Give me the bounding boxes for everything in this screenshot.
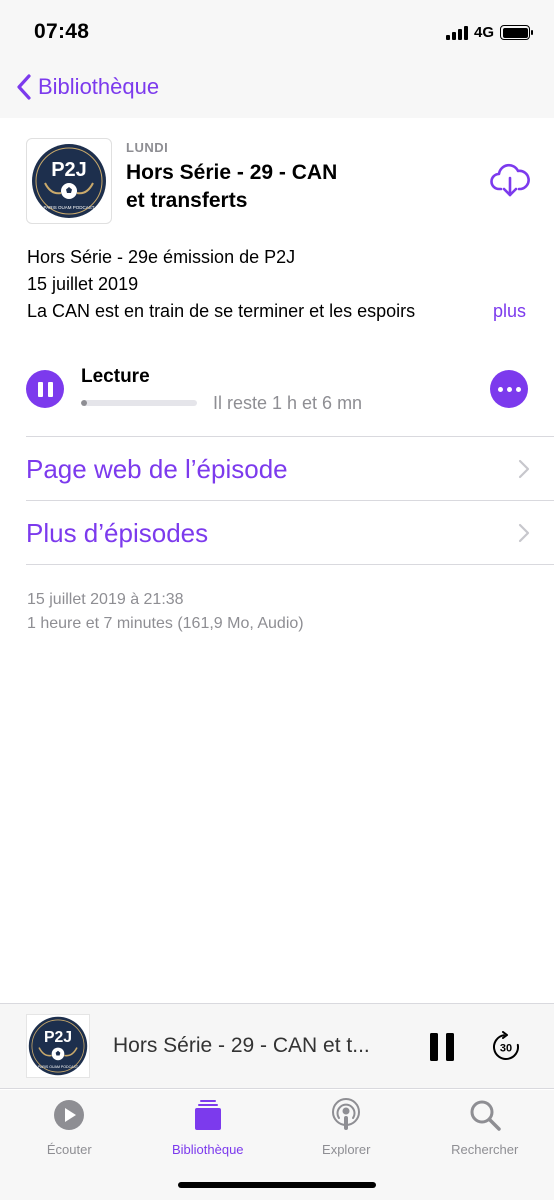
status-time: 07:48	[34, 20, 90, 43]
artwork-text: P2J	[51, 159, 87, 181]
mini-player[interactable]: P2J PARIS OUAM PODCAST Hors Série - 29 -…	[0, 1003, 554, 1089]
episode-title-line1: Hors Série - 29 - CAN	[126, 161, 338, 184]
play-circle-icon	[54, 1100, 85, 1130]
skip-forward-30-button[interactable]: 30	[490, 1031, 522, 1063]
signal-strength-icon	[445, 25, 468, 40]
mini-artwork-text: P2J	[44, 1029, 72, 1046]
tab-rechercher[interactable]: Rechercher	[416, 1090, 554, 1200]
playback-row: Lecture Il reste 1 h et 6 mn	[26, 364, 528, 414]
library-icon	[194, 1100, 221, 1130]
mini-pause-button[interactable]	[430, 1033, 454, 1061]
cloud-download-icon[interactable]	[490, 162, 530, 198]
playback-label: Lecture	[81, 366, 150, 387]
p2j-logo-icon: P2J PARIS OUAM PODCAST	[28, 1016, 88, 1076]
more-episodes-label: Plus d’épisodes	[26, 517, 209, 548]
tab-ecouter[interactable]: Écouter	[0, 1090, 139, 1200]
description-last-line: La CAN est en train de se terminer et le…	[27, 298, 532, 325]
episode-title: Hors Série - 29 - CAN et transferts	[126, 159, 426, 215]
progress-fill	[81, 400, 87, 406]
chevron-right-icon	[518, 523, 530, 543]
p2j-logo-icon: P2J PARIS OUAM PODCAST	[32, 144, 106, 218]
podcast-artwork: P2J PARIS OUAM PODCAST	[26, 138, 112, 224]
tab-label: Écouter	[46, 1142, 92, 1157]
navigation-bar: Bibliothèque	[0, 62, 554, 118]
tab-label: Rechercher	[451, 1142, 519, 1157]
pause-icon	[430, 1033, 438, 1061]
episode-date: 15 juillet 2019 à 21:38	[27, 591, 184, 608]
episode-header: P2J PARIS OUAM PODCAST LUNDI Hors Série …	[26, 138, 536, 228]
description-fade	[434, 298, 474, 325]
pause-button[interactable]	[26, 370, 64, 408]
more-options-button[interactable]	[490, 370, 528, 408]
episode-description: Hors Série - 29e émission de P2J 15 juil…	[27, 244, 532, 325]
mini-player-artwork: P2J PARIS OUAM PODCAST	[26, 1014, 90, 1078]
mini-player-title: Hors Série - 29 - CAN et t...	[113, 1034, 370, 1057]
episode-title-line2: et transferts	[126, 189, 248, 212]
ellipsis-icon	[497, 386, 503, 392]
tab-label: Bibliothèque	[171, 1142, 244, 1157]
status-indicators: 4G	[445, 24, 533, 41]
back-button[interactable]: Bibliothèque	[14, 72, 159, 102]
status-bar: 07:48 4G	[0, 0, 554, 62]
episode-info: 15 juillet 2019 à 21:38 1 heure et 7 min…	[27, 588, 304, 636]
more-link[interactable]: plus	[484, 298, 526, 325]
search-icon	[470, 1100, 501, 1131]
episode-meta: LUNDI Hors Série - 29 - CAN et transfert…	[126, 140, 426, 215]
skip-seconds: 30	[500, 1043, 512, 1055]
episode-webpage-label: Page web de l’épisode	[26, 453, 288, 484]
tab-label: Explorer	[322, 1142, 371, 1157]
episode-webpage-link[interactable]: Page web de l’épisode	[26, 437, 532, 501]
chevron-left-icon	[17, 74, 31, 100]
playback-progress-bar[interactable]	[81, 400, 197, 406]
remaining-time: Il reste 1 h et 6 mn	[213, 393, 363, 413]
pause-icon	[37, 381, 43, 397]
podcast-icon	[332, 1098, 361, 1130]
chevron-right-icon	[518, 459, 530, 479]
network-type: 4G	[473, 24, 494, 41]
mini-artwork-subtext: PARIS OUAM PODCAST	[38, 1065, 79, 1069]
episode-details: 1 heure et 7 minutes (161,9 Mo, Audio)	[27, 615, 304, 632]
battery-icon	[500, 25, 533, 40]
back-label: Bibliothèque	[38, 74, 160, 99]
home-indicator	[178, 1182, 376, 1188]
artwork-subtext: PARIS OUAM PODCAST	[44, 205, 95, 210]
more-episodes-link[interactable]: Plus d’épisodes	[26, 501, 532, 565]
description-line: La CAN est en train de se terminer et le…	[27, 301, 416, 321]
divider	[26, 564, 554, 565]
description-line: 15 juillet 2019	[27, 274, 139, 294]
description-line: Hors Série - 29e émission de P2J	[27, 247, 296, 267]
episode-day: LUNDI	[126, 140, 169, 155]
